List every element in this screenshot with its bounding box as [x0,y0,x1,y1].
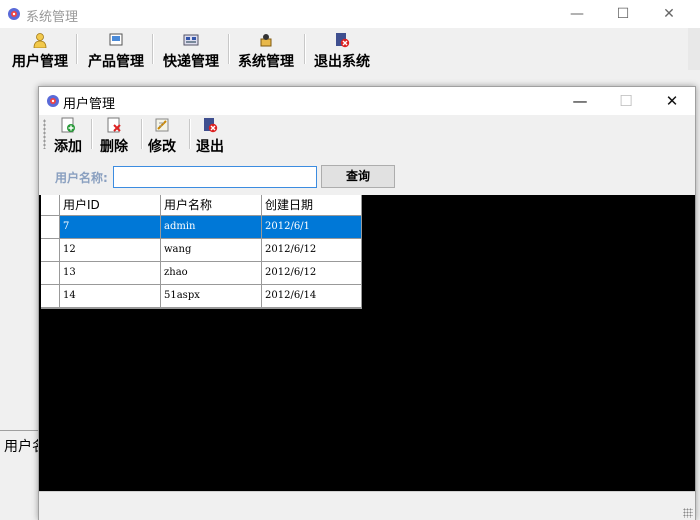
username-search-label: 用户名称: [55,171,108,185]
row-header[interactable] [41,216,60,238]
child-toolbar: 添加 删除 修改 退出 [39,115,695,155]
app-icon [47,95,59,107]
delete-label: 删除 [100,139,128,155]
cell-user-name[interactable]: 51aspx [161,285,262,307]
main-window-title: 系统管理 [26,10,79,25]
product-icon [109,33,123,46]
toolbar-separator [228,34,230,64]
row-header[interactable] [41,239,60,261]
main-toolbar: 用户管理 产品管理 快递管理 系统管理 退出系统 [0,28,690,70]
cell-user-id[interactable]: 7 [60,216,161,238]
exit-icon [336,33,350,48]
system-icon [260,34,272,47]
user-management-button[interactable]: 用户管理 [8,32,72,70]
query-button[interactable]: 查询 [321,165,395,188]
express-icon [183,34,199,46]
toolbar-separator [304,34,306,64]
table-row[interactable]: 7 admin 2012/6/1 [41,216,361,239]
cell-created-date[interactable]: 2012/6/12 [262,239,361,261]
system-management-label: 系统管理 [238,54,294,70]
product-management-button[interactable]: 产品管理 [84,32,148,70]
toolbar-separator [91,119,93,149]
row-header[interactable] [41,285,60,307]
main-minimize-button[interactable]: — [554,0,600,28]
child-status-bar [39,491,695,520]
add-button[interactable]: 添加 [51,117,85,155]
cell-user-name[interactable]: zhao [161,262,262,284]
cell-user-name[interactable]: wang [161,239,262,261]
table-row[interactable]: 12 wang 2012/6/12 [41,239,361,262]
express-management-label: 快递管理 [163,54,219,70]
resize-grip[interactable] [683,508,693,518]
username-search-input[interactable] [113,166,317,188]
child-titlebar[interactable]: 用户管理 — ☐ ✕ [39,87,695,115]
child-minimize-button[interactable]: — [557,87,603,115]
add-label: 添加 [54,139,82,155]
delete-icon [107,117,121,133]
edit-icon [155,118,169,132]
cell-created-date[interactable]: 2012/6/12 [262,262,361,284]
user-icon [33,33,47,48]
express-management-button[interactable]: 快递管理 [159,32,223,70]
exit-icon [204,118,218,133]
delete-button[interactable]: 删除 [97,117,131,155]
toolbar-separator [152,34,154,64]
cell-user-id[interactable]: 13 [60,262,161,284]
cell-created-date[interactable]: 2012/6/1 [262,216,361,238]
row-header-corner[interactable] [41,195,60,215]
user-management-label: 用户管理 [12,54,68,70]
toolbar-grip[interactable] [43,119,46,149]
child-close-button[interactable]: ✕ [649,87,695,115]
toolbar-separator [189,119,191,149]
grid-background: 用户ID 用户名称 创建日期 7 admin 2012/6/1 12 wang … [39,195,695,491]
cell-created-date[interactable]: 2012/6/14 [262,285,361,307]
column-header-created-date[interactable]: 创建日期 [262,195,361,215]
toolbar-separator [141,119,143,149]
edit-label: 修改 [148,139,176,155]
user-management-window: 用户管理 — ☐ ✕ 添加 删除 修改 退出 用户名称: 查询 用户ID 用户名… [38,86,696,520]
main-status-bar: 用户名 [0,430,46,457]
system-management-button[interactable]: 系统管理 [234,32,298,70]
add-icon [61,117,75,133]
table-row[interactable]: 14 51aspx 2012/6/14 [41,285,361,308]
main-scrollbar[interactable] [688,28,700,70]
main-close-button[interactable]: ✕ [646,0,692,28]
table-row[interactable]: 13 zhao 2012/6/12 [41,262,361,285]
column-header-user-name[interactable]: 用户名称 [161,195,262,215]
exit-label: 退出 [196,139,224,155]
column-header-user-id[interactable]: 用户ID [60,195,161,215]
product-management-label: 产品管理 [88,54,144,70]
cell-user-id[interactable]: 14 [60,285,161,307]
edit-button[interactable]: 修改 [145,117,179,155]
exit-button[interactable]: 退出 [193,117,227,155]
cell-user-name[interactable]: admin [161,216,262,238]
user-grid[interactable]: 用户ID 用户名称 创建日期 7 admin 2012/6/1 12 wang … [41,195,362,309]
row-header[interactable] [41,262,60,284]
exit-system-label: 退出系统 [314,54,370,70]
app-icon [8,8,20,20]
exit-system-button[interactable]: 退出系统 [310,32,374,70]
child-maximize-button[interactable]: ☐ [603,87,649,115]
toolbar-separator [76,34,78,64]
main-titlebar[interactable]: 系统管理 — ☐ ✕ [0,0,700,28]
grid-header: 用户ID 用户名称 创建日期 [41,195,361,216]
cell-user-id[interactable]: 12 [60,239,161,261]
child-window-title: 用户管理 [63,97,116,112]
main-maximize-button[interactable]: ☐ [600,0,646,28]
